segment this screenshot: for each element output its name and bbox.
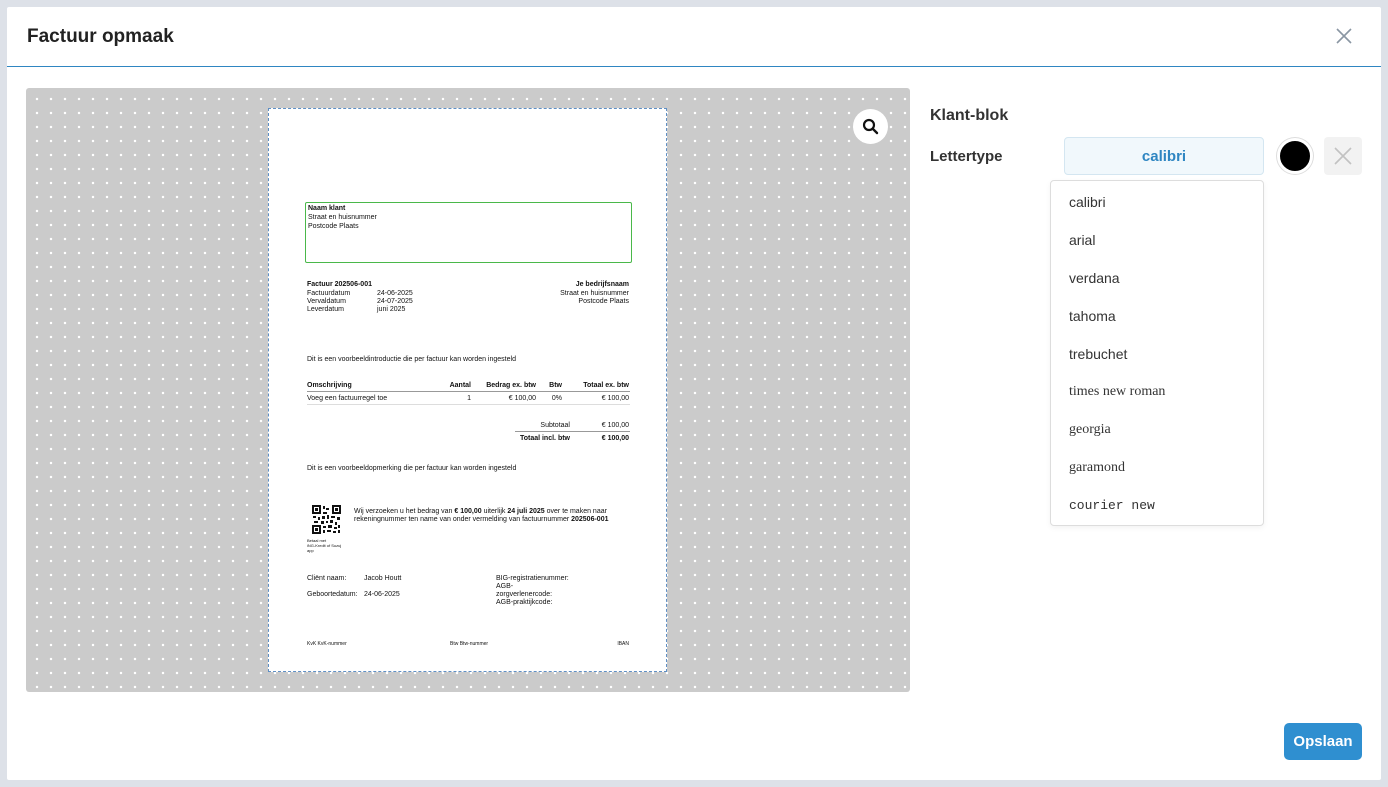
th-vat: Btw: [549, 382, 562, 389]
client-name-value: Jacob Houtt: [364, 575, 402, 582]
client-street: Straat en huisnummer: [308, 214, 377, 221]
font-option-times-new-roman[interactable]: times new roman: [1051, 373, 1263, 411]
qr-caption-3: app: [307, 548, 314, 553]
font-option-verdana[interactable]: verdana: [1051, 259, 1263, 297]
subtotal-value: € 100,00: [601, 422, 629, 429]
clear-icon: [1334, 147, 1352, 165]
invoice-remark: Dit is een voorbeeldopmerking die per fa…: [307, 465, 517, 472]
invoice-number: Factuur 202506-001: [307, 281, 372, 288]
font-select[interactable]: calibri: [1064, 137, 1264, 175]
invoice-preview-area: Naam klant Straat en huisnummer Postcode…: [26, 88, 910, 692]
client-block[interactable]: Naam klant Straat en huisnummer Postcode…: [305, 202, 632, 263]
total-value: € 100,00: [601, 435, 629, 442]
modal-header: Factuur opmaak: [7, 7, 1381, 67]
font-color-swatch[interactable]: [1277, 138, 1313, 174]
clear-button[interactable]: [1324, 137, 1362, 175]
font-option-courier-new[interactable]: courier new: [1051, 487, 1263, 525]
row-description: Voeg een factuurregel toe: [307, 395, 388, 402]
row-quantity: 1: [467, 395, 471, 402]
invoice-layout-modal: Factuur opmaak Naam klant Straat en huis…: [7, 7, 1381, 780]
th-total: Totaal ex. btw: [583, 382, 629, 389]
subtotal-divider: [515, 431, 630, 432]
delivery-date-value: juni 2025: [377, 306, 406, 313]
client-name: Naam klant: [308, 205, 346, 212]
zoom-button[interactable]: [853, 109, 888, 144]
save-button[interactable]: Opslaan: [1284, 723, 1362, 760]
font-option-georgia[interactable]: georgia: [1051, 411, 1263, 449]
close-icon[interactable]: [1335, 27, 1353, 45]
birth-date-label: Geboortedatum:: [307, 591, 358, 598]
row-amount: € 100,00: [508, 395, 536, 402]
row-vat: 0%: [551, 395, 562, 402]
th-description: Omschrijving: [307, 382, 352, 389]
agb-label-3: AGB-praktijkcode:: [496, 599, 553, 606]
font-option-calibri[interactable]: calibri: [1051, 183, 1263, 221]
magnifier-icon: [862, 118, 879, 135]
table-row-divider: [307, 404, 630, 405]
total-label: Totaal incl. btw: [519, 435, 570, 442]
invoice-intro: Dit is een voorbeeldintroductie die per …: [307, 356, 516, 363]
font-option-arial[interactable]: arial: [1051, 221, 1263, 259]
font-option-tahoma[interactable]: tahoma: [1051, 297, 1263, 335]
qr-code-icon: [312, 505, 341, 534]
font-option-garamond[interactable]: garamond: [1051, 449, 1263, 487]
client-postal: Postcode Plaats: [308, 223, 359, 230]
table-header-divider: [307, 391, 630, 392]
th-quantity: Aantal: [449, 382, 471, 389]
subtotal-label: Subtotaal: [540, 422, 570, 429]
footer-kvk: KvK KvK-nummer: [307, 641, 347, 647]
footer-iban: IBAN: [617, 641, 629, 647]
modal-title: Factuur opmaak: [27, 26, 174, 47]
birth-date-value: 24-06-2025: [364, 591, 400, 598]
font-label: Lettertype: [930, 148, 1003, 165]
company-name: Je bedrijfsnaam: [575, 281, 629, 288]
footer-btw: Btw Btw-nummer: [450, 641, 489, 647]
font-dropdown: calibri arial verdana tahoma trebuchet t…: [1050, 180, 1264, 526]
section-title: Klant-blok: [930, 107, 1009, 124]
th-amount: Bedrag ex. btw: [486, 382, 536, 389]
row-total: € 100,00: [601, 395, 629, 402]
client-name-label: Cliënt naam:: [307, 575, 347, 582]
invoice-page: Naam klant Straat en huisnummer Postcode…: [268, 108, 667, 672]
font-option-trebuchet[interactable]: trebuchet: [1051, 335, 1263, 373]
payment-request-line-2: rekeningnummer ten name van onder vermel…: [354, 516, 609, 523]
delivery-date-label: Leverdatum: [307, 306, 344, 313]
company-postal: Postcode Plaats: [578, 298, 629, 305]
